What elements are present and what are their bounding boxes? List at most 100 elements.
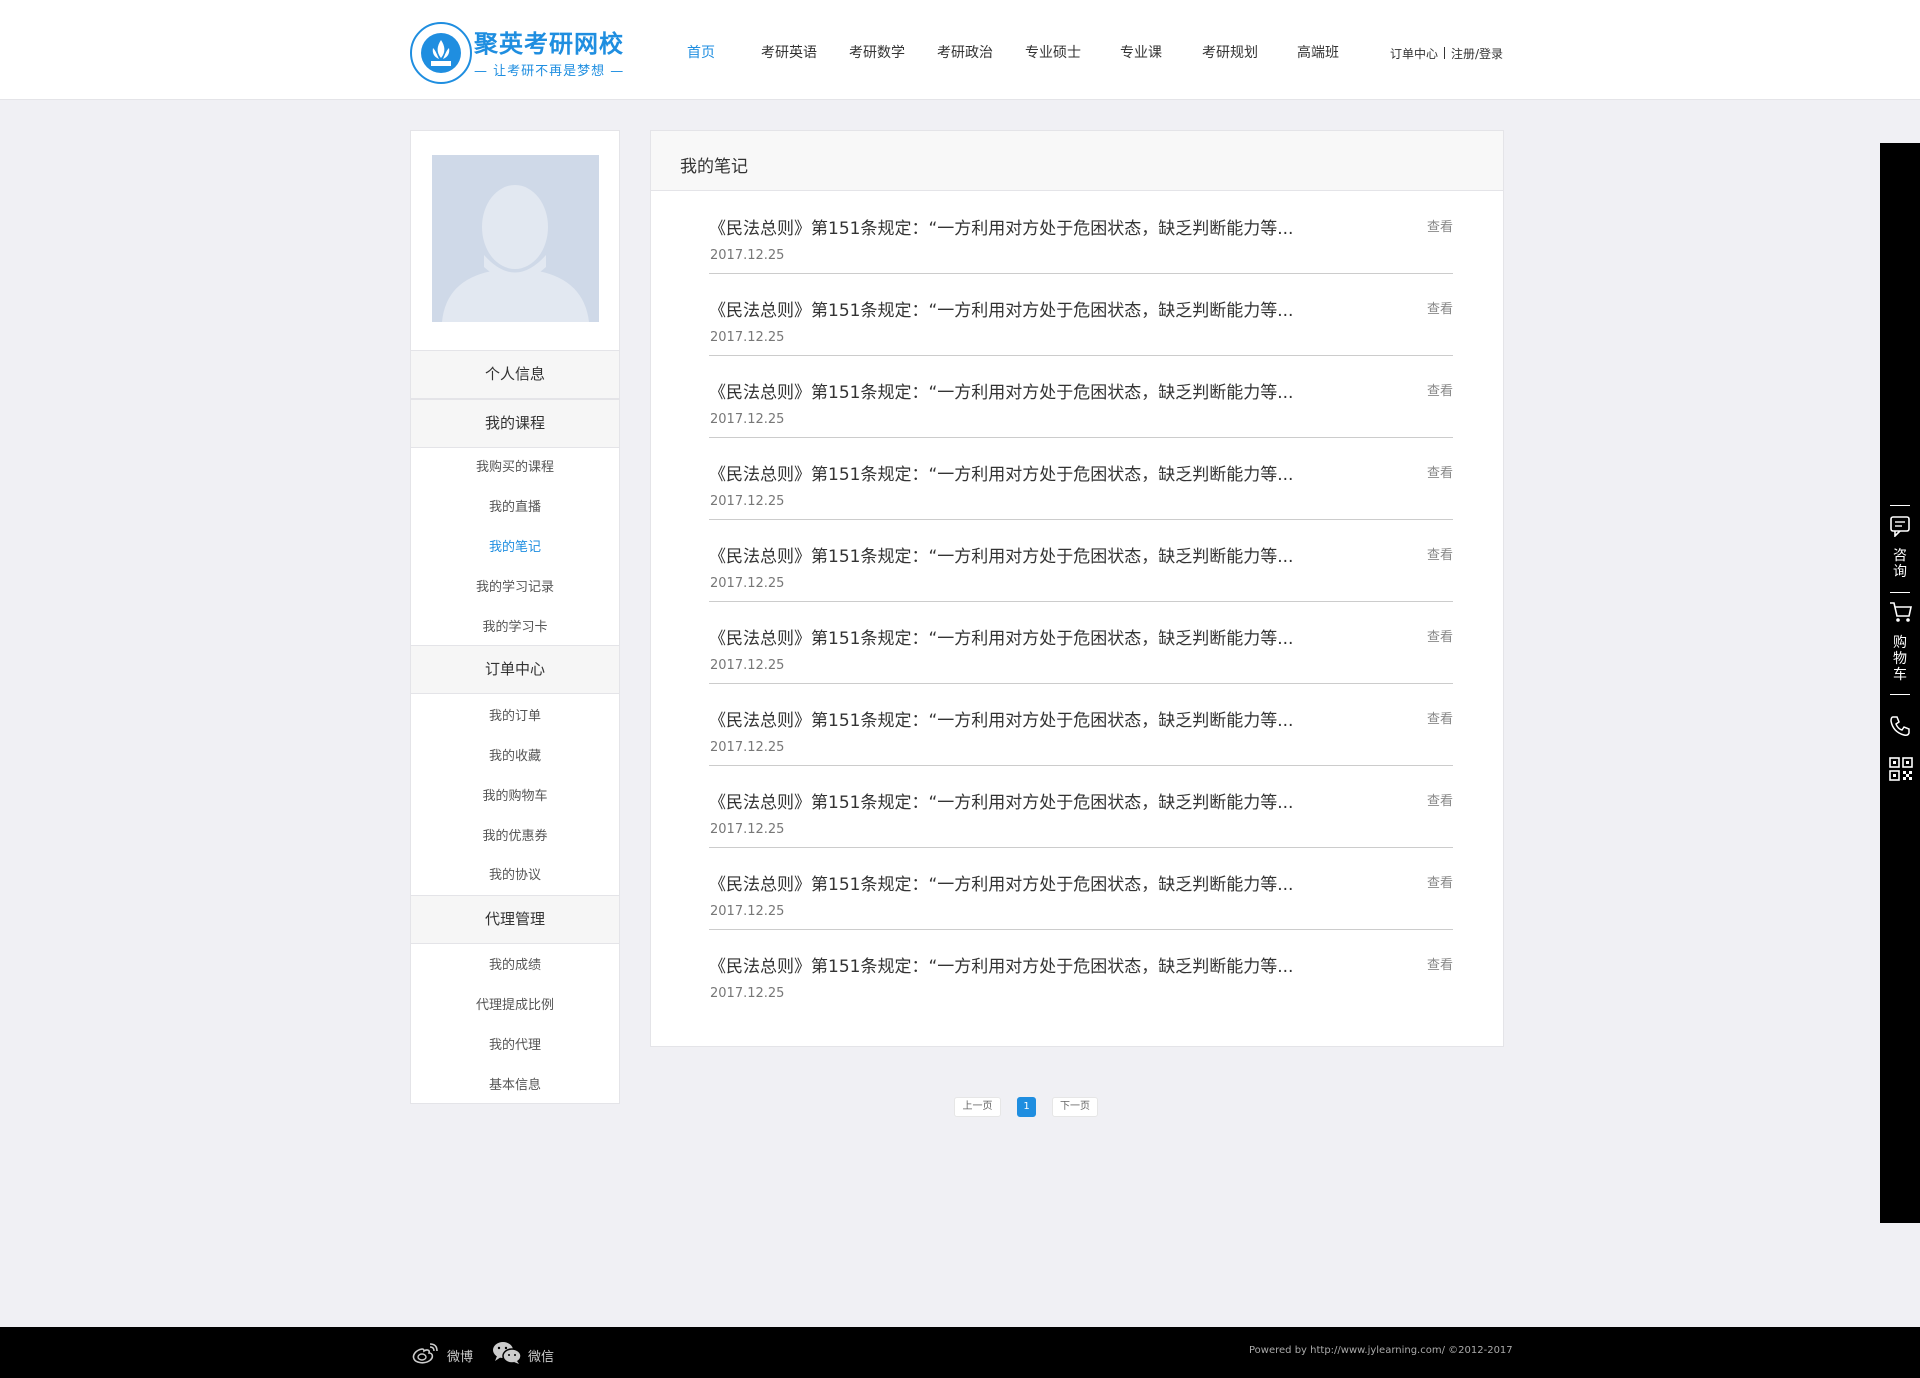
view-note-button[interactable]: 查看 xyxy=(1427,708,1453,727)
sidebar-link[interactable]: 我的优惠券 xyxy=(411,825,619,844)
avatar[interactable] xyxy=(432,155,599,322)
note-date: 2017.12.25 xyxy=(710,412,785,427)
toolbar-divider xyxy=(1890,505,1910,506)
sidebar-link[interactable]: 我的学习卡 xyxy=(411,616,619,635)
sidebar-link[interactable]: 我购买的课程 xyxy=(411,456,619,475)
view-note-button[interactable]: 查看 xyxy=(1427,216,1453,235)
toolbar-divider xyxy=(1890,694,1910,695)
sidebar-heading-courses[interactable]: 我的课程 xyxy=(411,399,619,448)
sidebar-link[interactable]: 我的收藏 xyxy=(411,745,619,764)
nav-item-english[interactable]: 考研英语 xyxy=(761,42,817,62)
sidebar-heading-profile[interactable]: 个人信息 xyxy=(411,350,619,399)
note-date: 2017.12.25 xyxy=(710,822,785,837)
brand-slogan: — 让考研不再是梦想 — xyxy=(474,64,625,79)
logo-badge-icon xyxy=(410,22,472,84)
note-date: 2017.12.25 xyxy=(710,576,785,591)
view-note-button[interactable]: 查看 xyxy=(1427,954,1453,973)
note-title[interactable]: 《民法总则》第151条规定：“一方利用对方处于危困状态，缺乏判断能力等... xyxy=(709,624,1359,649)
sidebar-link[interactable]: 我的直播 xyxy=(411,496,619,515)
note-date: 2017.12.25 xyxy=(710,904,785,919)
note-title[interactable]: 《民法总则》第151条规定：“一方利用对方处于危困状态，缺乏判断能力等... xyxy=(709,378,1359,403)
note-title[interactable]: 《民法总则》第151条规定：“一方利用对方处于危困状态，缺乏判断能力等... xyxy=(709,870,1359,895)
cart-button[interactable]: 购物车 xyxy=(1890,635,1910,683)
panel-header: 我的笔记 xyxy=(651,131,1503,191)
sidebar-link[interactable]: 我的学习记录 xyxy=(411,576,619,595)
current-page-button[interactable]: 1 xyxy=(1017,1097,1036,1117)
toolbar-divider xyxy=(1890,592,1910,593)
sidebar-link[interactable]: 我的代理 xyxy=(411,1034,619,1053)
sidebar-link[interactable]: 我的订单 xyxy=(411,705,619,724)
note-title[interactable]: 《民法总则》第151条规定：“一方利用对方处于危困状态，缺乏判断能力等... xyxy=(709,214,1359,239)
view-note-button[interactable]: 查看 xyxy=(1427,872,1453,891)
page-title: 我的笔记 xyxy=(680,157,748,177)
note-item: 《民法总则》第151条规定：“一方利用对方处于危困状态，缺乏判断能力等... 20… xyxy=(709,192,1453,274)
view-note-button[interactable]: 查看 xyxy=(1427,626,1453,645)
weibo-label: 微博 xyxy=(447,1350,474,1365)
default-user-avatar-icon xyxy=(432,155,599,322)
note-item: 《民法总则》第151条规定：“一方利用对方处于危困状态，缺乏判断能力等... 20… xyxy=(709,930,1453,1012)
site-logo[interactable]: 聚英考研网校 — 让考研不再是梦想 — xyxy=(410,22,623,84)
top-links: 订单中心 注册/登录 xyxy=(1390,45,1503,62)
sidebar-link[interactable]: 我的笔记 xyxy=(411,536,619,555)
note-date: 2017.12.25 xyxy=(710,494,785,509)
note-title[interactable]: 《民法总则》第151条规定：“一方利用对方处于危困状态，缺乏判断能力等... xyxy=(709,460,1359,485)
note-date: 2017.12.25 xyxy=(710,740,785,755)
phone-icon[interactable] xyxy=(1889,715,1911,737)
note-item: 《民法总则》第151条规定：“一方利用对方处于危困状态，缺乏判断能力等... 20… xyxy=(709,356,1453,438)
view-note-button[interactable]: 查看 xyxy=(1427,790,1453,809)
nav-item-math[interactable]: 考研数学 xyxy=(849,42,905,62)
weibo-icon xyxy=(412,1343,438,1364)
note-item: 《民法总则》第151条规定：“一方利用对方处于危困状态，缺乏判断能力等... 20… xyxy=(709,766,1453,848)
note-date: 2017.12.25 xyxy=(710,658,785,673)
note-item: 《民法总则》第151条规定：“一方利用对方处于危困状态，缺乏判断能力等... 20… xyxy=(709,684,1453,766)
note-item: 《民法总则》第151条规定：“一方利用对方处于危困状态，缺乏判断能力等... 20… xyxy=(709,602,1453,684)
view-note-button[interactable]: 查看 xyxy=(1427,380,1453,399)
wechat-icon xyxy=(493,1342,522,1364)
notes-panel: 我的笔记 《民法总则》第151条规定：“一方利用对方处于危困状态，缺乏判断能力等… xyxy=(650,130,1504,1047)
sidebar-link[interactable]: 我的成绩 xyxy=(411,954,619,973)
consult-button[interactable]: 咨询 xyxy=(1890,548,1910,580)
note-item: 《民法总则》第151条规定：“一方利用对方处于危困状态，缺乏判断能力等... 20… xyxy=(709,520,1453,602)
note-title[interactable]: 《民法总则》第151条规定：“一方利用对方处于危困状态，缺乏判断能力等... xyxy=(709,952,1359,977)
sidebar-link[interactable]: 基本信息 xyxy=(411,1074,619,1093)
sidebar-heading-orders[interactable]: 订单中心 xyxy=(411,645,619,694)
sidebar-link[interactable]: 我的购物车 xyxy=(411,785,619,804)
note-item: 《民法总则》第151条规定：“一方利用对方处于危困状态，缺乏判断能力等... 20… xyxy=(709,274,1453,356)
site-footer: 微博 微信 Powered by http://www.jylearning.c… xyxy=(0,1327,1920,1378)
nav-item-major[interactable]: 专业课 xyxy=(1120,42,1162,62)
wechat-label: 微信 xyxy=(528,1350,555,1365)
nav-item-premium[interactable]: 高端班 xyxy=(1297,42,1339,62)
note-title[interactable]: 《民法总则》第151条规定：“一方利用对方处于危困状态，缺乏判断能力等... xyxy=(709,296,1359,321)
prev-page-button[interactable]: 上一页 xyxy=(954,1097,1001,1117)
chat-icon[interactable] xyxy=(1889,515,1911,537)
note-date: 2017.12.25 xyxy=(710,330,785,345)
copyright-text: Powered by http://www.jylearning.com/ ©2… xyxy=(1249,1345,1513,1356)
sidebar-link[interactable]: 代理提成比例 xyxy=(411,994,619,1013)
login-link[interactable]: 注册/登录 xyxy=(1451,47,1503,61)
next-page-button[interactable]: 下一页 xyxy=(1052,1097,1098,1117)
view-note-button[interactable]: 查看 xyxy=(1427,298,1453,317)
user-sidebar: 个人信息 我的课程我购买的课程 我的直播我的笔记我的学习记录 我的学习卡订单中心我的订… xyxy=(410,130,620,1104)
note-date: 2017.12.25 xyxy=(710,986,785,1001)
note-item: 《民法总则》第151条规定：“一方利用对方处于危困状态，缺乏判断能力等... 20… xyxy=(709,438,1453,520)
note-date: 2017.12.25 xyxy=(710,248,785,263)
wechat-link[interactable]: 微信 xyxy=(492,1341,554,1365)
brand-name: 聚英考研网校 xyxy=(474,30,624,58)
nav-item-planning[interactable]: 考研规划 xyxy=(1202,42,1258,62)
order-center-link[interactable]: 订单中心 xyxy=(1390,47,1438,61)
sidebar-heading-agency[interactable]: 代理管理 xyxy=(411,895,619,944)
qrcode-icon[interactable] xyxy=(1889,757,1913,781)
note-title[interactable]: 《民法总则》第151条规定：“一方利用对方处于危困状态，缺乏判断能力等... xyxy=(709,788,1359,813)
nav-item-master[interactable]: 专业硕士 xyxy=(1025,42,1081,62)
note-title[interactable]: 《民法总则》第151条规定：“一方利用对方处于危困状态，缺乏判断能力等... xyxy=(709,542,1359,567)
weibo-link[interactable]: 微博 xyxy=(411,1341,473,1365)
link-divider xyxy=(1444,47,1446,59)
nav-item-politics[interactable]: 考研政治 xyxy=(937,42,993,62)
view-note-button[interactable]: 查看 xyxy=(1427,462,1453,481)
sidebar-link[interactable]: 我的协议 xyxy=(411,864,619,883)
note-title[interactable]: 《民法总则》第151条规定：“一方利用对方处于危困状态，缺乏判断能力等... xyxy=(709,706,1359,731)
nav-item-home[interactable]: 首页 xyxy=(687,42,715,62)
view-note-button[interactable]: 查看 xyxy=(1427,544,1453,563)
cart-icon[interactable] xyxy=(1889,600,1913,624)
right-toolbar: 咨询 购物车 xyxy=(1880,143,1920,1223)
